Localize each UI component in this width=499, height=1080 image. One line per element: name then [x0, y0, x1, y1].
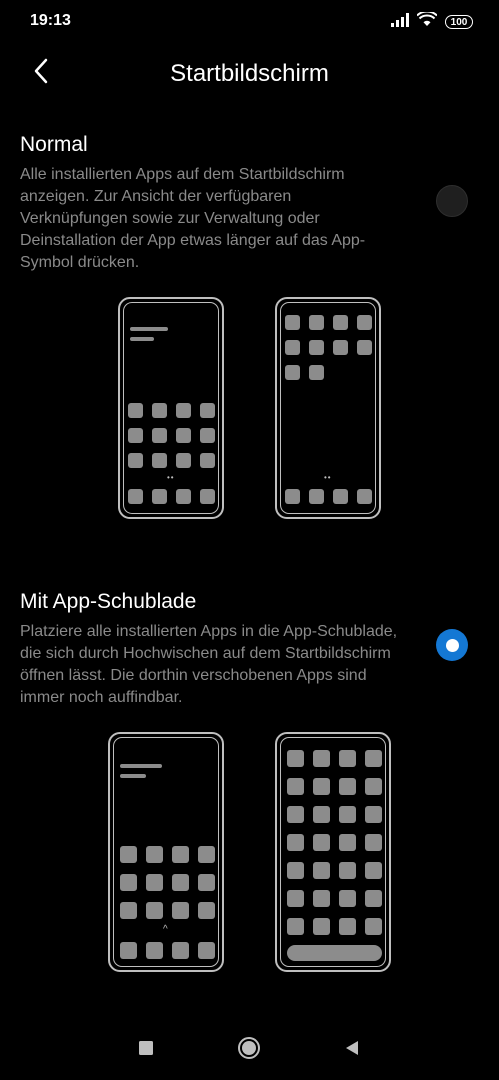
illustration-drawer-phone-home: ^	[108, 732, 224, 972]
home-circle-icon	[237, 1036, 261, 1065]
navigation-bar	[0, 1020, 499, 1080]
illustration-normal-phone-home: ••	[118, 297, 224, 519]
status-icons: 100	[391, 10, 473, 32]
option-normal-radio[interactable]	[436, 185, 468, 217]
option-drawer-description: Platziere alle installierten Apps in die…	[20, 623, 398, 706]
header: Startbildschirm	[0, 50, 499, 96]
recents-square-icon	[138, 1040, 154, 1061]
status-bar: 19:13 100	[0, 0, 499, 44]
illustration-drawer-phone-drawer	[275, 732, 391, 972]
wifi-icon	[416, 10, 438, 32]
battery-icon: 100	[445, 15, 473, 29]
back-nav-button[interactable]	[340, 1038, 364, 1062]
option-drawer-title: Mit App-Schublade	[20, 590, 197, 613]
status-time: 19:13	[30, 12, 71, 29]
option-normal-description: Alle installierten Apps auf dem Startbil…	[20, 166, 366, 271]
illustration-normal-phone-page2: ••	[275, 297, 381, 519]
signal-icon	[391, 12, 409, 32]
recents-button[interactable]	[134, 1038, 158, 1062]
option-drawer-radio[interactable]	[436, 629, 468, 661]
back-triangle-icon	[343, 1039, 361, 1062]
home-button[interactable]	[237, 1036, 261, 1065]
page-title: Startbildschirm	[170, 60, 329, 87]
option-normal-title: Normal	[20, 133, 88, 156]
